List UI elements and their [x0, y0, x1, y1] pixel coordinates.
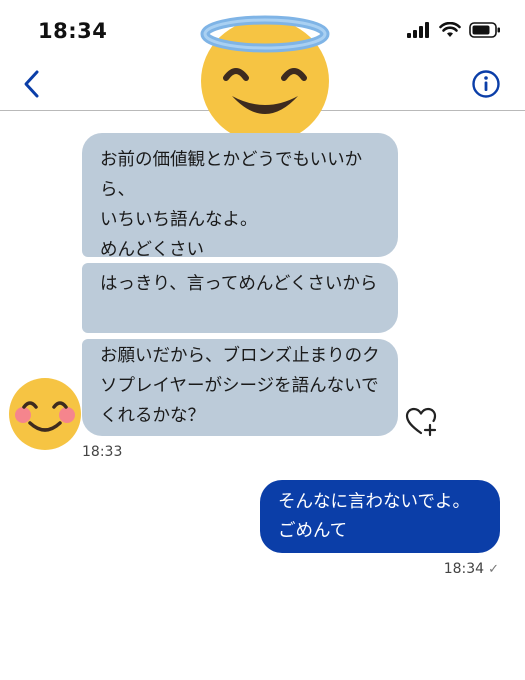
wifi-icon [439, 22, 461, 37]
received-message-bubble[interactable]: はっきり、言ってめんどくさいから [82, 263, 398, 333]
signal-icon [407, 22, 429, 38]
received-message-bubble[interactable]: お願いだから、ブロンズ止まりのクソプレイヤーがシージを語んないでくれるかな？ [82, 339, 398, 436]
sent-timestamp: 18:34 [443, 561, 485, 577]
info-button[interactable] [471, 69, 501, 99]
heart-plus-icon [405, 407, 437, 437]
status-time: 18:34 [38, 19, 108, 43]
received-message-bubble[interactable]: お前の価値観とかどうでもいいから、 いちいち語んなよ。 めんどくさい [82, 133, 398, 260]
info-circle-icon [472, 70, 500, 98]
received-timestamp: 18:33 [82, 444, 123, 460]
battery-icon [469, 22, 500, 38]
checkmark-icon: ✓ [488, 561, 499, 577]
status-icons [407, 22, 501, 38]
chat-screen: 18:34 お前の価値観とかどうでもいいから、 いちいち語んなよ。 めんどくさい… [0, 0, 525, 680]
contact-avatar-halo-emoji[interactable] [198, 14, 332, 142]
sender-avatar-emoji[interactable] [8, 377, 82, 451]
sent-message-bubble[interactable]: そんなに言わないでよ。 ごめんて [260, 480, 500, 553]
back-button[interactable] [14, 64, 50, 104]
sent-timestamp-row: 18:34 ✓ [444, 561, 499, 577]
add-reaction-button[interactable] [405, 406, 439, 438]
chevron-left-icon [24, 70, 39, 98]
